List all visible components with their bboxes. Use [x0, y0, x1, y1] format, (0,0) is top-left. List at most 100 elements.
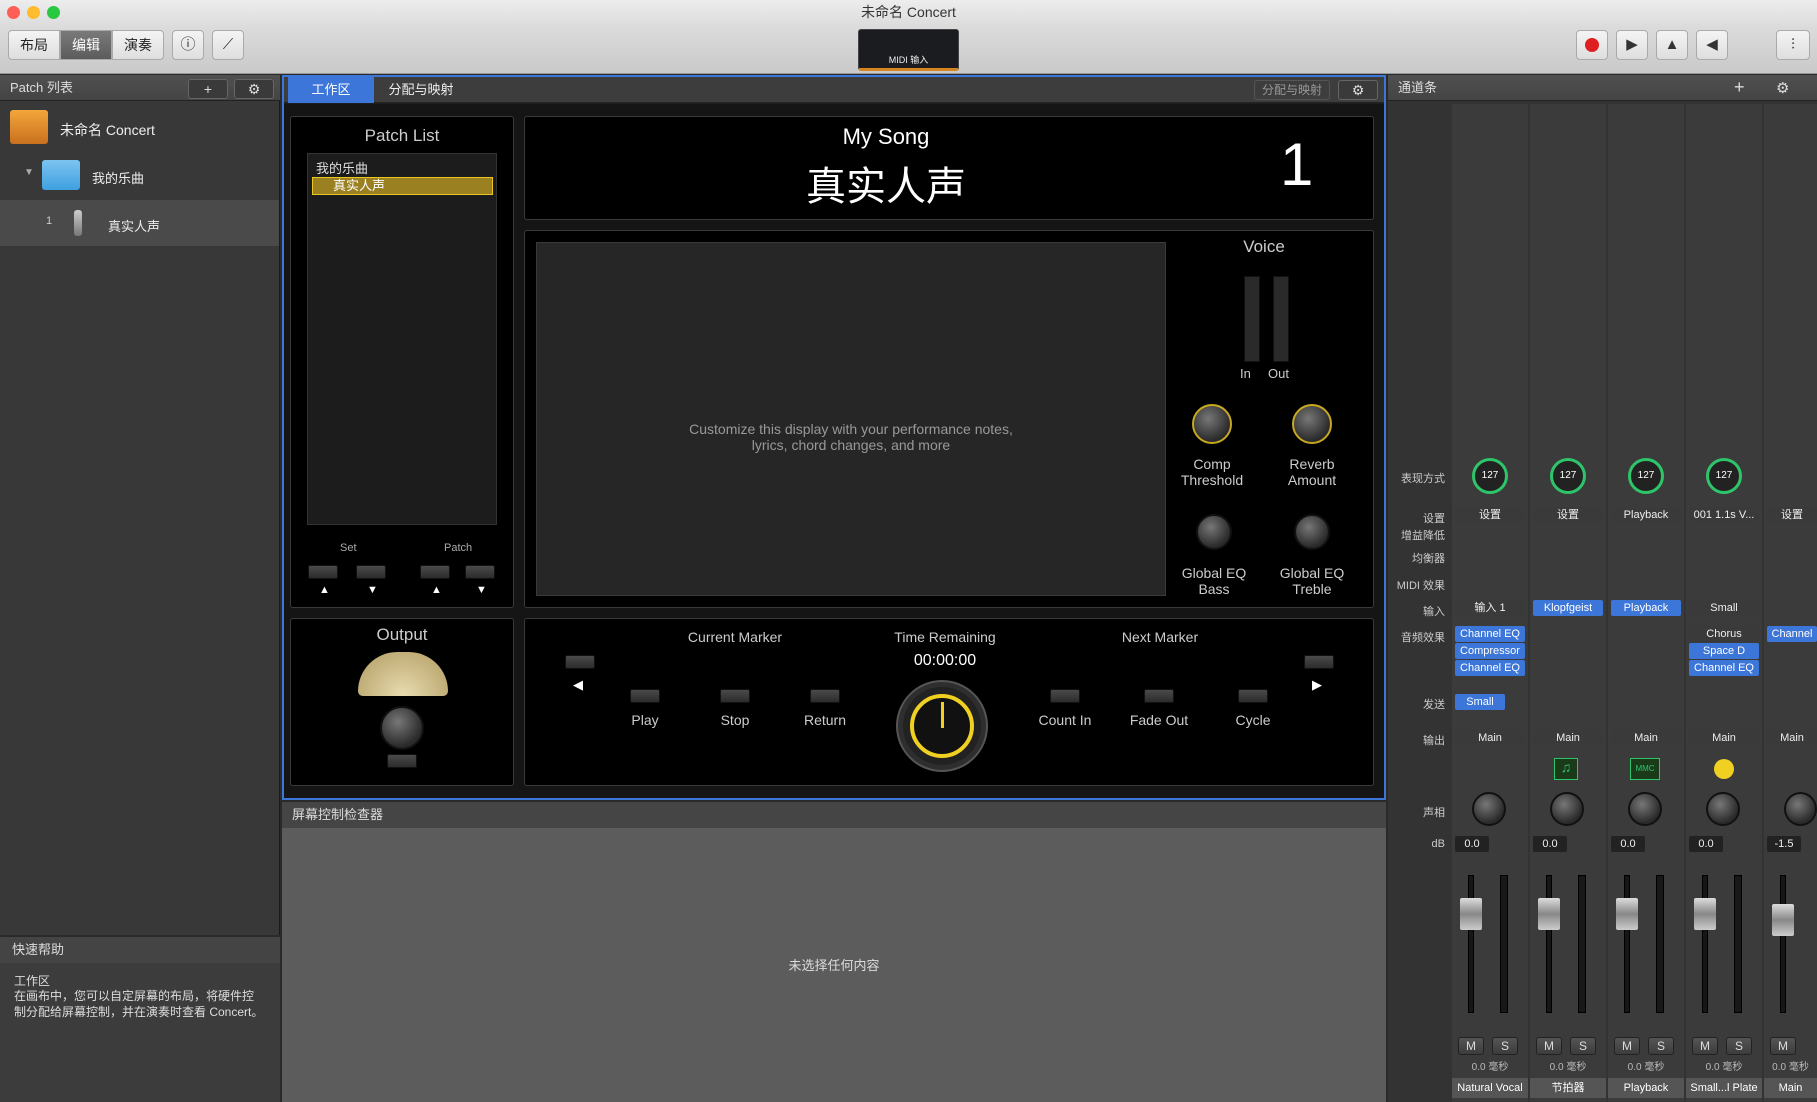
velocity-knob[interactable]: 127	[1706, 458, 1742, 494]
output-slot[interactable]: Main	[1455, 730, 1525, 746]
set-prev-button[interactable]	[308, 565, 338, 579]
performance-notes-area[interactable]	[536, 242, 1166, 596]
close-window-button[interactable]	[7, 6, 20, 19]
mute-button[interactable]: M	[1614, 1037, 1640, 1055]
stop-marker-button[interactable]	[720, 689, 750, 703]
patch-prev-button[interactable]	[420, 565, 450, 579]
patch-next-button[interactable]	[465, 565, 495, 579]
record-button[interactable]	[1576, 30, 1608, 60]
add-patch-button[interactable]: +	[188, 79, 228, 99]
speaker-button[interactable]: ◀	[1696, 30, 1728, 60]
row-label-db: dB	[1431, 838, 1445, 850]
zoom-window-button[interactable]	[47, 6, 60, 19]
pan-knob[interactable]	[1784, 792, 1817, 826]
settings-slot[interactable]: 设置	[1533, 507, 1603, 523]
input-slot[interactable]: Small	[1689, 600, 1759, 616]
mute-button[interactable]: M	[1536, 1037, 1562, 1055]
volume-fader[interactable]	[1460, 898, 1482, 930]
volume-fader[interactable]	[1772, 904, 1794, 936]
mute-button[interactable]: M	[1692, 1037, 1718, 1055]
eq-bass-knob[interactable]	[1196, 514, 1232, 550]
solo-button[interactable]: S	[1648, 1037, 1674, 1055]
workspace-settings-button[interactable]: ⚙	[1338, 80, 1378, 100]
settings-slot[interactable]: 设置	[1455, 507, 1525, 523]
velocity-knob[interactable]: 127	[1550, 458, 1586, 494]
add-channel-icon[interactable]: +	[1734, 77, 1745, 98]
lcd-display[interactable]: MIDI 输入	[858, 29, 959, 71]
tab-workspace[interactable]: 工作区	[288, 77, 374, 103]
prev-marker-button[interactable]	[565, 655, 595, 669]
comp-threshold-knob[interactable]	[1192, 404, 1232, 444]
output-mute-button[interactable]	[387, 754, 417, 768]
pan-knob[interactable]	[1706, 792, 1740, 826]
settings-slot[interactable]: 设置	[1767, 507, 1817, 523]
output-slot[interactable]: Main	[1611, 730, 1681, 746]
play-button[interactable]: ▶	[1616, 30, 1648, 60]
metronome-button[interactable]: ▲	[1656, 30, 1688, 60]
audio-fx-slot[interactable]: Channel	[1767, 626, 1817, 642]
output-volume-knob[interactable]	[380, 706, 424, 750]
audio-fx-slot[interactable]: Channel EQ	[1455, 660, 1525, 676]
audio-fx-slot[interactable]: Chorus	[1689, 626, 1759, 642]
channel-name[interactable]: Playback	[1608, 1078, 1684, 1098]
output-slot[interactable]: Main	[1533, 730, 1603, 746]
input-slot[interactable]: 输入 1	[1455, 600, 1525, 616]
layout-mode-button[interactable]: 布局	[8, 30, 60, 60]
output-slot[interactable]: Main	[1767, 730, 1817, 746]
patch-list-box[interactable]	[307, 153, 497, 525]
set-next-button[interactable]	[356, 565, 386, 579]
play-marker-button[interactable]	[630, 689, 660, 703]
input-slot[interactable]: Playback	[1611, 600, 1681, 616]
mute-button[interactable]: M	[1458, 1037, 1484, 1055]
return-marker-button[interactable]	[810, 689, 840, 703]
audio-fx-slot[interactable]: Channel EQ	[1455, 626, 1525, 642]
settings-slot[interactable]: 001 1.1s V...	[1689, 507, 1759, 523]
tab-assignments[interactable]: 分配与映射	[378, 77, 464, 103]
channel-name[interactable]: Natural Vocal	[1452, 1078, 1528, 1098]
audio-fx-slot[interactable]: Space D	[1689, 643, 1759, 659]
edit-mode-button[interactable]: 编辑	[60, 30, 112, 60]
send-slot[interactable]: Small	[1455, 694, 1505, 710]
volume-fader[interactable]	[1616, 898, 1638, 930]
channel-name[interactable]: Main	[1764, 1078, 1817, 1098]
channel-name[interactable]: Small...l Plate	[1686, 1078, 1762, 1098]
pan-knob[interactable]	[1628, 792, 1662, 826]
output-slot[interactable]: Main	[1689, 730, 1759, 746]
count-in-button[interactable]	[1050, 689, 1080, 703]
patch-settings-button[interactable]: ⚙	[234, 79, 274, 99]
info-button[interactable]: ⓘ	[172, 30, 204, 60]
perform-mode-button[interactable]: 演奏	[112, 30, 164, 60]
set-name[interactable]: 我的乐曲	[92, 168, 144, 187]
input-slot[interactable]: Klopfgeist	[1533, 600, 1603, 616]
settings-slot[interactable]: Playback	[1611, 507, 1681, 523]
velocity-knob[interactable]: 127	[1628, 458, 1664, 494]
concert-name[interactable]: 未命名 Concert	[60, 120, 155, 140]
mute-button[interactable]: M	[1770, 1037, 1796, 1055]
assignments-button[interactable]: 分配与映射	[1254, 80, 1330, 100]
pan-knob[interactable]	[1472, 792, 1506, 826]
audio-fx-slot[interactable]: Compressor	[1455, 643, 1525, 659]
channel-name[interactable]: 节拍器	[1530, 1078, 1606, 1098]
pan-knob[interactable]	[1550, 792, 1584, 826]
volume-fader[interactable]	[1538, 898, 1560, 930]
list-patch-item-selected[interactable]: 真实人声	[312, 177, 493, 195]
patch-list-control-title: Patch List	[364, 126, 440, 145]
fade-out-button[interactable]	[1144, 689, 1174, 703]
list-set-item[interactable]: 我的乐曲	[316, 158, 368, 177]
next-marker-button[interactable]	[1304, 655, 1334, 669]
eq-treble-knob[interactable]	[1294, 514, 1330, 550]
tuner-button[interactable]: ⟋	[212, 30, 244, 60]
disclosure-triangle-icon[interactable]: ▼	[24, 167, 34, 178]
minimize-window-button[interactable]	[27, 6, 40, 19]
cycle-button[interactable]	[1238, 689, 1268, 703]
mixer-toggle-button[interactable]: ⫶	[1776, 30, 1810, 60]
solo-button[interactable]: S	[1492, 1037, 1518, 1055]
velocity-knob[interactable]: 127	[1472, 458, 1508, 494]
solo-button[interactable]: S	[1570, 1037, 1596, 1055]
solo-button[interactable]: S	[1726, 1037, 1752, 1055]
reverb-amount-knob[interactable]	[1292, 404, 1332, 444]
patch-name[interactable]: 真实人声	[108, 216, 160, 235]
gear-icon[interactable]: ⚙	[1776, 79, 1789, 97]
audio-fx-slot[interactable]: Channel EQ	[1689, 660, 1759, 676]
volume-fader[interactable]	[1694, 898, 1716, 930]
